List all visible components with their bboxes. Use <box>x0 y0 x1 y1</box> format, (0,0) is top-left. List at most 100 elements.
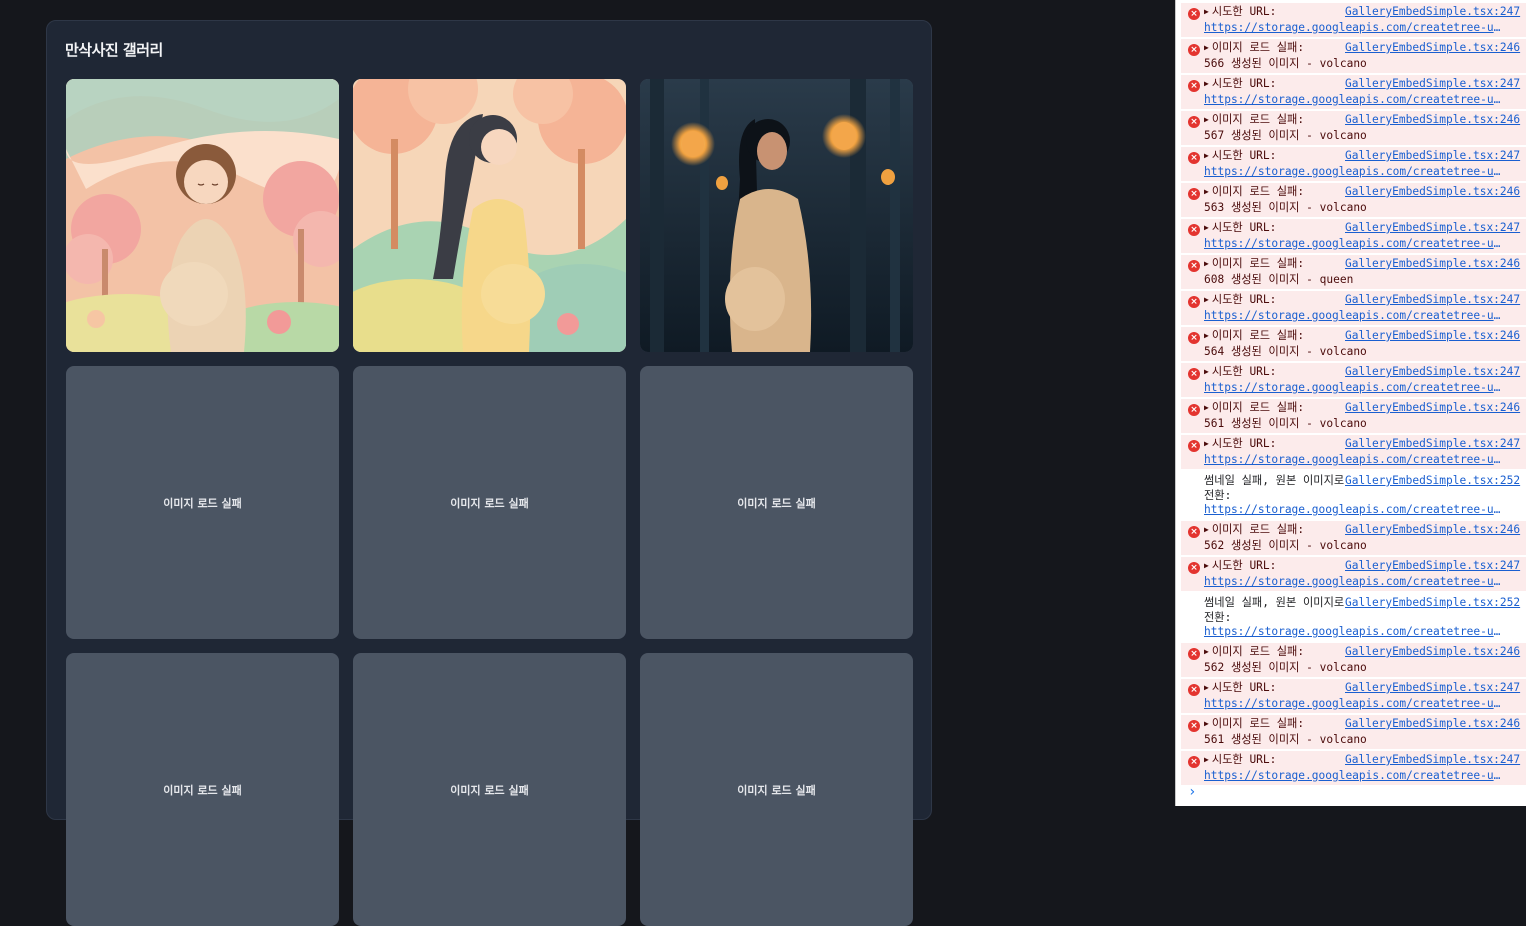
console-message-text[interactable]: ▶ 시도한 URL: <box>1204 753 1345 769</box>
console-error-message[interactable]: × ▶ 이미지 로드 실패: GalleryEmbedSimple.tsx:246 56… <box>1181 327 1526 361</box>
expand-triangle-icon[interactable]: ▶ <box>1204 115 1209 124</box>
console-message-text[interactable]: ▶ 시도한 URL: <box>1204 149 1345 165</box>
gallery-image-5[interactable]: 이미지 로드 실패 <box>353 366 626 639</box>
expand-triangle-icon[interactable]: ▶ <box>1204 79 1209 88</box>
expand-triangle-icon[interactable]: ▶ <box>1204 43 1209 52</box>
console-message-text[interactable]: ▶ 이미지 로드 실패: <box>1204 41 1345 57</box>
gallery-image-9[interactable]: 이미지 로드 실패 <box>640 653 913 926</box>
console-log-message[interactable]: 썸네일 실패, 원본 이미지로 전환: GalleryEmbedSimple.ts… <box>1181 593 1526 641</box>
console-error-message[interactable]: × ▶ 시도한 URL: GalleryEmbedSimple.tsx:247 http… <box>1181 75 1526 109</box>
source-link[interactable]: GalleryEmbedSimple.tsx:252 <box>1345 474 1520 503</box>
console-error-message[interactable]: × ▶ 시도한 URL: GalleryEmbedSimple.tsx:247 http… <box>1181 291 1526 325</box>
console-message-text[interactable]: ▶ 시도한 URL: <box>1204 437 1345 453</box>
console-url-link[interactable]: https://storage.googleapis.com/createtre… <box>1204 93 1504 108</box>
console-error-message[interactable]: × ▶ 이미지 로드 실패: GalleryEmbedSimple.tsx:246 56… <box>1181 643 1526 677</box>
console-message-text[interactable]: ▶ 시도한 URL: <box>1204 559 1345 575</box>
console-error-message[interactable]: × ▶ 시도한 URL: GalleryEmbedSimple.tsx:247 http… <box>1181 679 1526 713</box>
source-link[interactable]: GalleryEmbedSimple.tsx:247 <box>1345 293 1520 309</box>
console-message-text[interactable]: ▶ 시도한 URL: <box>1204 293 1345 309</box>
gallery-image-8[interactable]: 이미지 로드 실패 <box>353 653 626 926</box>
source-link[interactable]: GalleryEmbedSimple.tsx:247 <box>1345 437 1520 453</box>
console-error-message[interactable]: × ▶ 이미지 로드 실패: GalleryEmbedSimple.tsx:246 56… <box>1181 39 1526 73</box>
source-link[interactable]: GalleryEmbedSimple.tsx:247 <box>1345 5 1520 21</box>
expand-triangle-icon[interactable]: ▶ <box>1204 525 1209 534</box>
expand-triangle-icon[interactable]: ▶ <box>1204 223 1209 232</box>
console-error-message[interactable]: × ▶ 이미지 로드 실패: GalleryEmbedSimple.tsx:246 56… <box>1181 521 1526 555</box>
console-message-text[interactable]: ▶ 이미지 로드 실패: <box>1204 717 1345 733</box>
console-url-link[interactable]: https://storage.googleapis.com/createtre… <box>1204 237 1504 252</box>
console-url-link[interactable]: https://storage.googleapis.com/createtre… <box>1204 21 1504 36</box>
expand-triangle-icon[interactable]: ▶ <box>1204 7 1209 16</box>
source-link[interactable]: GalleryEmbedSimple.tsx:247 <box>1345 559 1520 575</box>
console-error-message[interactable]: × ▶ 이미지 로드 실패: GalleryEmbedSimple.tsx:246 56… <box>1181 399 1526 433</box>
console-error-message[interactable]: × ▶ 이미지 로드 실패: GalleryEmbedSimple.tsx:246 56… <box>1181 111 1526 145</box>
source-link[interactable]: GalleryEmbedSimple.tsx:247 <box>1345 753 1520 769</box>
console-message-text[interactable]: ▶ 시도한 URL: <box>1204 5 1345 21</box>
expand-triangle-icon[interactable]: ▶ <box>1204 755 1209 764</box>
expand-triangle-icon[interactable]: ▶ <box>1204 439 1209 448</box>
console-error-message[interactable]: × ▶ 시도한 URL: GalleryEmbedSimple.tsx:247 http… <box>1181 219 1526 253</box>
console-message-text[interactable]: ▶ 이미지 로드 실패: <box>1204 113 1345 129</box>
source-link[interactable]: GalleryEmbedSimple.tsx:246 <box>1345 523 1520 539</box>
source-link[interactable]: GalleryEmbedSimple.tsx:246 <box>1345 401 1520 417</box>
console-error-message[interactable]: × ▶ 시도한 URL: GalleryEmbedSimple.tsx:247 http… <box>1181 557 1526 591</box>
expand-triangle-icon[interactable]: ▶ <box>1204 403 1209 412</box>
console-url-link[interactable]: https://storage.googleapis.com/createtre… <box>1204 381 1504 396</box>
expand-triangle-icon[interactable]: ▶ <box>1204 647 1209 656</box>
expand-triangle-icon[interactable]: ▶ <box>1204 367 1209 376</box>
console-error-message[interactable]: × ▶ 시도한 URL: GalleryEmbedSimple.tsx:247 http… <box>1181 3 1526 37</box>
gallery-image-3[interactable] <box>640 79 913 352</box>
console-url-link[interactable]: https://storage.googleapis.com/createtre… <box>1204 165 1504 180</box>
source-link[interactable]: GalleryEmbedSimple.tsx:247 <box>1345 221 1520 237</box>
source-link[interactable]: GalleryEmbedSimple.tsx:247 <box>1345 681 1520 697</box>
console-message-text[interactable]: ▶ 이미지 로드 실패: <box>1204 401 1345 417</box>
source-link[interactable]: GalleryEmbedSimple.tsx:246 <box>1345 717 1520 733</box>
expand-triangle-icon[interactable]: ▶ <box>1204 331 1209 340</box>
console-url-link[interactable]: https://storage.googleapis.com/createtre… <box>1204 309 1504 324</box>
console-url-link[interactable]: https://storage.googleapis.com/createtre… <box>1204 769 1504 784</box>
source-link[interactable]: GalleryEmbedSimple.tsx:247 <box>1345 77 1520 93</box>
source-link[interactable]: GalleryEmbedSimple.tsx:246 <box>1345 257 1520 273</box>
gallery-image-6[interactable]: 이미지 로드 실패 <box>640 366 913 639</box>
source-link[interactable]: GalleryEmbedSimple.tsx:246 <box>1345 185 1520 201</box>
console-message-text[interactable]: ▶ 시도한 URL: <box>1204 365 1345 381</box>
gallery-image-1[interactable] <box>66 79 339 352</box>
console-message-text[interactable]: ▶ 시도한 URL: <box>1204 77 1345 93</box>
source-link[interactable]: GalleryEmbedSimple.tsx:246 <box>1345 329 1520 345</box>
console-message-text[interactable]: ▶ 시도한 URL: <box>1204 681 1345 697</box>
console-url-link[interactable]: https://storage.googleapis.com/createtre… <box>1204 453 1504 468</box>
gallery-image-4[interactable]: 이미지 로드 실패 <box>66 366 339 639</box>
expand-triangle-icon[interactable]: ▶ <box>1204 259 1209 268</box>
expand-triangle-icon[interactable]: ▶ <box>1204 719 1209 728</box>
gallery-image-7[interactable]: 이미지 로드 실패 <box>66 653 339 926</box>
console-url-link[interactable]: https://storage.googleapis.com/createtre… <box>1204 575 1504 590</box>
console-message-text[interactable]: ▶ 이미지 로드 실패: <box>1204 257 1345 273</box>
console-url-link[interactable]: https://storage.googleapis.com/createtre… <box>1204 697 1504 712</box>
expand-triangle-icon[interactable]: ▶ <box>1204 187 1209 196</box>
source-link[interactable]: GalleryEmbedSimple.tsx:246 <box>1345 41 1520 57</box>
console-log-message[interactable]: 썸네일 실패, 원본 이미지로 전환: GalleryEmbedSimple.ts… <box>1181 471 1526 519</box>
console-message-text[interactable]: ▶ 이미지 로드 실패: <box>1204 185 1345 201</box>
source-link[interactable]: GalleryEmbedSimple.tsx:252 <box>1345 596 1520 625</box>
source-link[interactable]: GalleryEmbedSimple.tsx:247 <box>1345 149 1520 165</box>
source-link[interactable]: GalleryEmbedSimple.tsx:246 <box>1345 645 1520 661</box>
console-message-text[interactable]: ▶ 시도한 URL: <box>1204 221 1345 237</box>
expand-triangle-icon[interactable]: ▶ <box>1204 295 1209 304</box>
console-message-text[interactable]: ▶ 이미지 로드 실패: <box>1204 645 1345 661</box>
console-error-message[interactable]: × ▶ 시도한 URL: GalleryEmbedSimple.tsx:247 http… <box>1181 363 1526 397</box>
console-message-text[interactable]: ▶ 이미지 로드 실패: <box>1204 329 1345 345</box>
expand-triangle-icon[interactable]: ▶ <box>1204 561 1209 570</box>
expand-triangle-icon[interactable]: ▶ <box>1204 683 1209 692</box>
console-url-link[interactable]: https://storage.googleapis.com/createtre… <box>1204 625 1504 640</box>
console-url-link[interactable]: https://storage.googleapis.com/createtre… <box>1204 503 1504 518</box>
console-error-message[interactable]: × ▶ 시도한 URL: GalleryEmbedSimple.tsx:247 http… <box>1181 435 1526 469</box>
console-error-message[interactable]: × ▶ 이미지 로드 실패: GalleryEmbedSimple.tsx:246 60… <box>1181 255 1526 289</box>
console-error-message[interactable]: × ▶ 이미지 로드 실패: GalleryEmbedSimple.tsx:246 56… <box>1181 715 1526 749</box>
chevron-right-icon[interactable]: › <box>1188 784 1196 800</box>
console-error-message[interactable]: × ▶ 시도한 URL: GalleryEmbedSimple.tsx:247 http… <box>1181 751 1526 785</box>
console-message-text[interactable]: ▶ 이미지 로드 실패: <box>1204 523 1345 539</box>
gallery-image-2[interactable] <box>353 79 626 352</box>
source-link[interactable]: GalleryEmbedSimple.tsx:247 <box>1345 365 1520 381</box>
console-error-message[interactable]: × ▶ 시도한 URL: GalleryEmbedSimple.tsx:247 http… <box>1181 147 1526 181</box>
console-error-message[interactable]: × ▶ 이미지 로드 실패: GalleryEmbedSimple.tsx:246 56… <box>1181 183 1526 217</box>
